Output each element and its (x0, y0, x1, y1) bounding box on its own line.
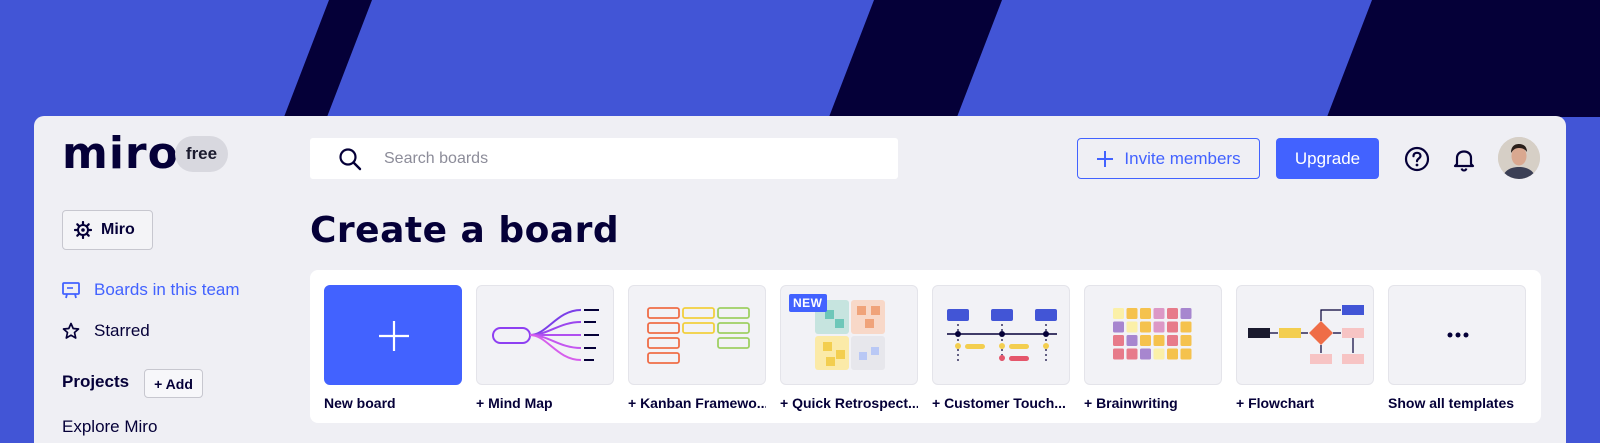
projects-heading: Projects (62, 372, 130, 391)
search-icon (339, 148, 362, 171)
team-name: Miro (101, 221, 135, 238)
sticky-note (1153, 321, 1165, 333)
sticky-note (1126, 321, 1138, 333)
flowchart-thumbnail (1248, 305, 1364, 364)
template-thumbnail (476, 285, 614, 385)
sticky-note (1113, 335, 1124, 346)
template-thumbnail: NEW (780, 285, 918, 385)
sticky-note (1167, 348, 1178, 360)
template-thumbnail (1084, 285, 1222, 385)
template-card-show-all[interactable]: Show all templates (1388, 285, 1526, 411)
template-card-mind-map[interactable]: + Mind Map (476, 285, 614, 411)
template-card-kanban[interactable]: + Kanban Framewo... (628, 285, 766, 411)
invite-members-button[interactable]: Invite members (1077, 138, 1260, 179)
template-card-brainwriting[interactable]: + Brainwriting (1084, 285, 1222, 411)
sticky-note (1140, 321, 1151, 333)
plus-icon (379, 321, 409, 351)
template-label: + Quick Retrospect... (780, 395, 918, 411)
brainwriting-thumbnail (1113, 308, 1192, 360)
sticky-note (1113, 321, 1124, 333)
template-label: + Brainwriting (1084, 395, 1178, 411)
more-dots-icon (1447, 332, 1469, 338)
sticky-note (1153, 335, 1165, 346)
template-label: Show all templates (1388, 395, 1515, 411)
sidebar-item-starred[interactable]: Starred (62, 321, 150, 341)
template-thumbnail (932, 285, 1070, 385)
template-card-flowchart[interactable]: + Flowchart (1236, 285, 1374, 411)
sticky-note (1153, 308, 1165, 319)
add-project-button[interactable]: + Add (144, 369, 203, 398)
sidebar-item-label: Boards in this team (94, 280, 240, 299)
help-icon[interactable] (1403, 145, 1431, 173)
sticky-note (1153, 348, 1165, 360)
mind-map-thumbnail (492, 309, 599, 361)
sticky-note (1113, 348, 1124, 360)
template-card-new-board[interactable]: New board (324, 285, 462, 411)
template-label: New board (324, 395, 396, 411)
template-thumbnail (628, 285, 766, 385)
template-thumbnail (1388, 285, 1526, 385)
template-card-quick-retrospective[interactable]: NEW + Quick Retrospect... (780, 285, 918, 411)
sticky-note (1180, 308, 1192, 319)
page-title: Create a board (310, 210, 620, 251)
sticky-note (1167, 335, 1178, 346)
templates-strip: New board + Mind Map + Kanban Framewo...… (310, 270, 1541, 423)
upgrade-button[interactable]: Upgrade (1276, 138, 1379, 179)
search-bar[interactable] (310, 138, 898, 179)
sticky-note (1140, 335, 1151, 346)
sidebar-item-boards-in-team[interactable]: Boards in this team (62, 280, 240, 300)
sticky-note (1167, 308, 1178, 319)
gear-icon (74, 221, 92, 239)
sticky-note (1180, 348, 1192, 360)
template-card-customer-touchpoint[interactable]: + Customer Touch... (932, 285, 1070, 411)
sticky-note (1126, 348, 1138, 360)
board-icon (62, 282, 80, 299)
sticky-note (1126, 308, 1138, 319)
header-background-stripes (284, 0, 1600, 117)
invite-members-label: Invite members (1124, 148, 1241, 168)
sticky-note (1167, 321, 1178, 333)
sidebar-item-label: Starred (94, 321, 150, 340)
sticky-note (1140, 348, 1151, 360)
explore-miro-link[interactable]: Explore Miro (62, 417, 157, 437)
plus-icon (1097, 150, 1114, 167)
miro-logo[interactable]: miro (62, 132, 179, 176)
user-avatar[interactable] (1498, 137, 1540, 179)
new-badge: NEW (789, 294, 827, 312)
star-icon (62, 322, 80, 339)
kanban-thumbnail (647, 307, 750, 364)
notifications-bell-icon[interactable] (1450, 145, 1478, 173)
template-thumbnail (324, 285, 462, 385)
template-thumbnail (1236, 285, 1374, 385)
upgrade-label: Upgrade (1294, 148, 1361, 168)
sticky-note (1126, 335, 1138, 346)
sticky-note (1140, 308, 1151, 319)
template-label: + Customer Touch... (932, 395, 1066, 411)
template-label: + Flowchart (1236, 395, 1315, 411)
customer-touchpoint-thumbnail (947, 309, 1057, 361)
search-input[interactable] (384, 138, 884, 179)
sticky-note (1180, 321, 1192, 333)
template-label: + Kanban Framewo... (628, 395, 766, 411)
sticky-note (1113, 308, 1124, 319)
team-switcher-button[interactable]: Miro (62, 210, 153, 250)
plan-badge: free (175, 136, 228, 172)
sticky-note (1180, 335, 1192, 346)
template-label: + Mind Map (476, 395, 553, 411)
